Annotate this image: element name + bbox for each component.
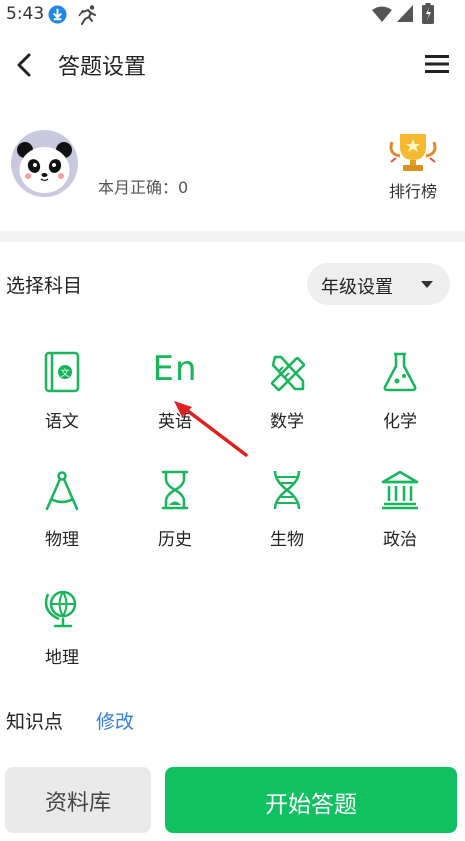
subject-politics[interactable]: 政治 [350, 469, 450, 559]
dna-icon [273, 470, 301, 510]
caret-down-icon [421, 281, 433, 288]
page-title: 答题设置 [58, 55, 147, 80]
subject-chinese[interactable]: 文 语文 [12, 351, 112, 441]
library-button-label: 资料库 [44, 791, 111, 816]
grade-settings-button[interactable]: 年级设置 [307, 263, 450, 305]
status-time: 5:43 [6, 4, 45, 24]
subject-label: 物理 [45, 530, 79, 550]
wifi-icon [372, 6, 392, 22]
subject-biology[interactable]: 生物 [237, 469, 337, 559]
avatar[interactable] [11, 130, 78, 197]
hourglass-icon [161, 470, 189, 510]
monthly-correct-count: 本月正确：0 [98, 178, 189, 197]
subject-label: 历史 [158, 530, 192, 550]
menu-button[interactable] [423, 51, 451, 77]
knowledge-points-label: 知识点 [6, 711, 64, 733]
battery-icon [422, 3, 434, 24]
svg-text:文: 文 [60, 367, 69, 379]
modify-knowledge-link[interactable]: 修改 [96, 707, 134, 734]
grade-settings-label: 年级设置 [321, 277, 393, 298]
subject-label: 地理 [45, 648, 79, 668]
signal-icon [397, 5, 413, 22]
section-divider [0, 231, 465, 242]
library-button[interactable]: 资料库 [5, 767, 151, 833]
subject-label: 化学 [383, 412, 417, 432]
book-icon: 文 [44, 351, 80, 393]
globe-icon [44, 590, 77, 628]
back-button[interactable] [10, 50, 40, 80]
ruler-pencil-icon [270, 355, 306, 392]
government-building-icon [381, 470, 419, 510]
subject-label: 生物 [270, 530, 304, 550]
subject-geography[interactable]: 地理 [12, 587, 112, 677]
trophy-icon [389, 134, 437, 171]
subject-chemistry[interactable]: 化学 [350, 351, 450, 441]
leaderboard-label: 排行榜 [388, 182, 437, 201]
english-icon: En [152, 349, 198, 389]
running-icon [78, 5, 96, 25]
start-answering-label: 开始答题 [265, 792, 357, 818]
subject-label: 政治 [383, 530, 417, 550]
download-icon [48, 5, 67, 24]
compass-icon [45, 471, 79, 511]
annotation-arrow [174, 401, 248, 457]
status-bar [0, 0, 465, 30]
flask-icon [383, 352, 417, 392]
leaderboard-button[interactable]: 排行榜 [378, 132, 448, 202]
subject-label: 语文 [45, 412, 79, 432]
start-answering-button[interactable]: 开始答题 [165, 767, 457, 833]
panda-icon [17, 142, 72, 193]
subject-physics[interactable]: 物理 [12, 469, 112, 559]
select-subject-title: 选择科目 [6, 275, 83, 297]
subject-history[interactable]: 历史 [125, 469, 225, 559]
